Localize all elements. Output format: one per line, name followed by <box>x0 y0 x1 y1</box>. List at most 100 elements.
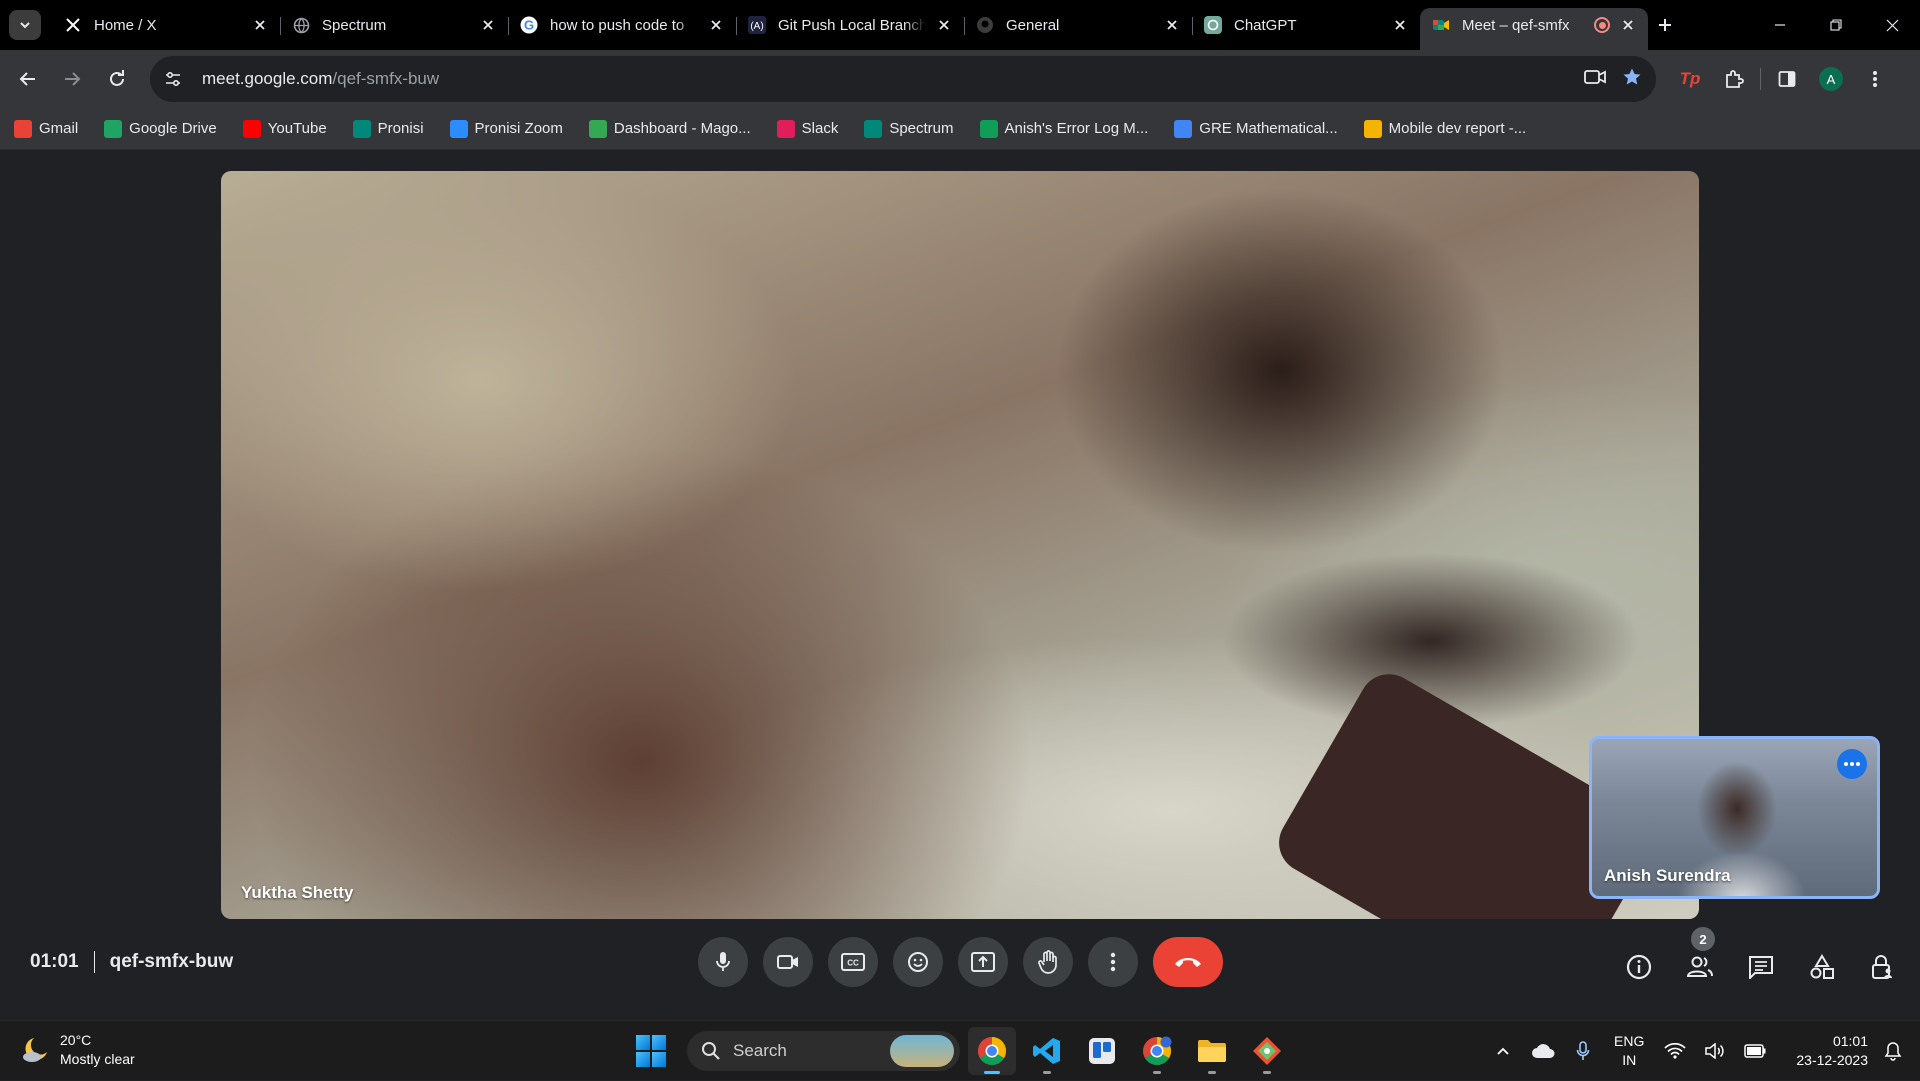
windows-logo-pane <box>652 1052 666 1067</box>
input-language-button[interactable]: ENG IN <box>1614 1032 1644 1070</box>
minimize-icon <box>1775 24 1785 26</box>
bookmarks-bar: Gmail Google Drive YouTube Pronisi Pronisi Z… <box>0 108 1920 150</box>
weather-widget[interactable]: 20°C Mostly clear <box>20 1031 135 1069</box>
tab-chatgpt[interactable]: ChatGPT <box>1192 8 1420 42</box>
forward-button[interactable] <box>56 63 88 95</box>
bookmark-item[interactable]: Pronisi <box>352 114 434 144</box>
bookmark-label: YouTube <box>267 120 327 137</box>
language-code: ENG <box>1614 1033 1645 1049</box>
extensions-button[interactable] <box>1716 61 1752 97</box>
taskbar-trello[interactable] <box>1078 1027 1126 1075</box>
participant-video-tile[interactable]: Yuktha Shetty <box>221 171 1699 919</box>
bookmark-item[interactable]: YouTube <box>242 114 337 144</box>
notifications-button[interactable] <box>1876 1034 1910 1068</box>
tab-general[interactable]: General <box>964 8 1192 42</box>
close-icon[interactable] <box>478 15 498 35</box>
tab-home-x[interactable]: Home / X <box>52 8 280 42</box>
chat-button[interactable] <box>1738 944 1784 990</box>
close-icon[interactable] <box>706 15 726 35</box>
bookmark-item[interactable]: GRE Mathematical... <box>1174 114 1347 144</box>
tab-meet[interactable]: Meet – qef-smfx <box>1420 8 1648 50</box>
new-tab-button[interactable] <box>1650 10 1680 40</box>
side-panel-button[interactable] <box>1769 61 1805 97</box>
google-icon: G <box>520 16 538 34</box>
camera-in-use-icon[interactable] <box>1584 69 1606 90</box>
wifi-icon <box>1664 1043 1686 1059</box>
gmail-icon <box>14 119 32 138</box>
minimize-button[interactable] <box>1752 0 1808 50</box>
battery-button[interactable] <box>1738 1034 1772 1068</box>
more-horiz-icon <box>1844 762 1860 766</box>
bookmark-label: Dashboard - Mago... <box>613 120 751 137</box>
people-button[interactable]: 2 <box>1677 927 1723 990</box>
tab-title: Home / X <box>94 16 157 34</box>
activities-icon <box>1810 954 1834 979</box>
back-button[interactable] <box>12 63 44 95</box>
globe-icon <box>292 16 310 34</box>
onedrive-button[interactable] <box>1526 1034 1560 1068</box>
cloud-icon <box>1532 1044 1555 1058</box>
taskbar-chrome-profile-p[interactable] <box>1133 1027 1181 1075</box>
start-button[interactable] <box>636 1035 668 1067</box>
close-icon[interactable] <box>934 15 954 35</box>
raise-hand-button[interactable] <box>1023 937 1073 987</box>
meeting-code: qef-smfx-buw <box>109 951 234 972</box>
volume-button[interactable] <box>1698 1034 1732 1068</box>
microphone-button[interactable] <box>698 937 748 987</box>
meeting-details-button[interactable] <box>1616 944 1662 990</box>
leave-call-button[interactable] <box>1153 937 1223 987</box>
bookmark-item[interactable]: Anish's Error Log M... <box>979 114 1159 144</box>
reactions-button[interactable] <box>893 937 943 987</box>
bookmark-item[interactable]: Google Drive <box>104 114 227 144</box>
host-controls-button[interactable] <box>1860 944 1906 990</box>
bookmark-item[interactable]: Dashboard - Mago... <box>588 114 761 144</box>
taskbar-vscode[interactable] <box>1023 1027 1071 1075</box>
self-video-tile[interactable]: Anish Surendra <box>1589 736 1880 899</box>
menu-button[interactable] <box>1857 61 1893 97</box>
bookmark-item[interactable]: Spectrum <box>864 114 963 144</box>
bookmark-star-icon[interactable] <box>1622 67 1642 92</box>
present-screen-button[interactable] <box>958 937 1008 987</box>
system-clock[interactable]: 01:01 23-12-2023 <box>1796 1032 1868 1070</box>
activities-button[interactable] <box>1799 944 1845 990</box>
vscode-icon <box>1033 1038 1060 1064</box>
captions-button[interactable]: CC <box>828 937 878 987</box>
reload-icon <box>110 70 124 86</box>
close-icon[interactable] <box>1618 15 1638 35</box>
windows-taskbar: 20°C Mostly clear Search ENG IN 01:01 23… <box>0 1020 1920 1080</box>
microphone-icon <box>1576 1041 1590 1060</box>
tab-search-button[interactable] <box>9 10 41 40</box>
url-path: /qef-smfx-buw <box>332 69 440 88</box>
bookmark-item[interactable]: Mobile dev report -... <box>1363 114 1537 144</box>
reload-button[interactable] <box>101 63 133 95</box>
hand-icon <box>1038 950 1057 974</box>
tab-spectrum[interactable]: Spectrum <box>280 8 508 42</box>
restore-button[interactable] <box>1808 0 1864 50</box>
site-info-button[interactable] <box>153 59 193 99</box>
taskbar-file-explorer[interactable] <box>1188 1027 1236 1075</box>
bookmark-item[interactable]: Pronisi Zoom <box>449 114 573 144</box>
bookmark-item[interactable]: Gmail <box>14 114 88 144</box>
address-bar[interactable]: meet.google.com/qef-smfx-buw <box>150 56 1656 102</box>
close-icon[interactable] <box>1162 15 1182 35</box>
tab-git-push[interactable]: (A) Git Push Local Branch <box>736 8 964 42</box>
network-button[interactable] <box>1658 1034 1692 1068</box>
self-tile-options-button[interactable] <box>1837 749 1867 779</box>
taskbar-git-app[interactable] <box>1243 1027 1291 1075</box>
microphone-in-use-button[interactable] <box>1566 1034 1600 1068</box>
more-options-button[interactable] <box>1088 937 1138 987</box>
tab-google-search[interactable]: G how to push code to <box>508 8 736 42</box>
search-highlight-image <box>890 1035 954 1067</box>
show-hidden-icons-button[interactable] <box>1486 1034 1520 1068</box>
taskbar-chrome-profile-a[interactable] <box>968 1027 1016 1075</box>
tab-title: ChatGPT <box>1234 16 1297 34</box>
close-window-button[interactable] <box>1864 0 1920 50</box>
close-icon[interactable] <box>250 15 270 35</box>
url-text[interactable]: meet.google.com/qef-smfx-buw <box>202 69 439 89</box>
close-icon[interactable] <box>1390 15 1410 35</box>
camera-button[interactable] <box>763 937 813 987</box>
extension-tp-button[interactable]: Tp <box>1672 61 1708 97</box>
bookmark-item[interactable]: Slack <box>776 114 849 144</box>
profile-button[interactable]: A <box>1813 61 1849 97</box>
taskbar-search[interactable]: Search <box>687 1031 960 1071</box>
